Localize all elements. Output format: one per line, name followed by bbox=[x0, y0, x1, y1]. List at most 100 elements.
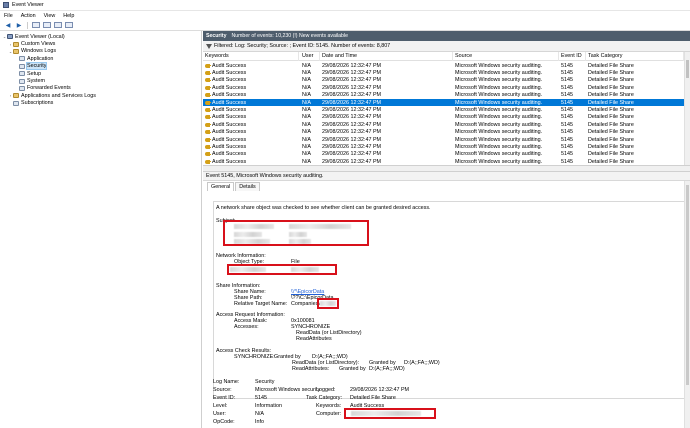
keywords-label: Keywords: bbox=[316, 403, 342, 409]
table-cell: Detailed File Share bbox=[588, 77, 634, 84]
table-cell: Audit Success bbox=[203, 85, 299, 91]
table-cell: Microsoft Windows security auditing. bbox=[455, 158, 543, 165]
table-row[interactable]: Audit Success N/A 29/08/2026 12:32:47 PM Mi… bbox=[203, 143, 684, 150]
toolbar-divider bbox=[27, 21, 28, 29]
log-icon bbox=[19, 85, 25, 91]
table-row[interactable]: Audit Success N/A 29/08/2026 12:32:47 PM Mi… bbox=[203, 129, 684, 136]
tree-node[interactable]: ⌄ Event Viewer (Local) bbox=[0, 33, 201, 40]
keyword-text: Audit Success bbox=[212, 107, 247, 114]
table-row[interactable]: Audit Success N/A 29/08/2026 12:32:47 PM Mi… bbox=[203, 136, 684, 143]
log-icon bbox=[19, 63, 25, 69]
table-cell: 29/08/2026 12:32:47 PM bbox=[322, 107, 382, 114]
tree-node[interactable]: Subscriptions bbox=[0, 100, 201, 107]
table-cell: Detailed File Share bbox=[588, 158, 634, 165]
event-id-label: Event ID: bbox=[213, 395, 236, 401]
tree-node-label: Forwarded Events bbox=[27, 85, 71, 92]
granted-by-3: Granted by bbox=[339, 366, 366, 372]
log-icon bbox=[19, 71, 25, 77]
table-row[interactable]: Audit Success N/A 29/08/2026 12:32:47 PM Mi… bbox=[203, 92, 684, 99]
table-cell: Detailed File Share bbox=[588, 144, 634, 151]
column-header[interactable]: Keywords bbox=[203, 52, 299, 61]
back-arrow-icon[interactable]: ◀ bbox=[4, 22, 12, 29]
audit-key-icon bbox=[205, 137, 211, 142]
column-header[interactable]: Source bbox=[453, 52, 559, 61]
table-cell: Detailed File Share bbox=[588, 107, 634, 114]
table-cell: Detailed File Share bbox=[588, 151, 634, 158]
pane-splitter[interactable] bbox=[203, 165, 690, 172]
table-cell: 29/08/2026 12:32:47 PM bbox=[322, 114, 382, 121]
event-viewer-icon bbox=[7, 34, 13, 40]
table-cell: Audit Success bbox=[203, 92, 299, 98]
tree-node-label: Setup bbox=[27, 70, 42, 77]
table-cell: Microsoft Windows security auditing. bbox=[455, 144, 543, 151]
tree-node[interactable]: › Custom Views bbox=[0, 40, 201, 47]
folder-icon bbox=[13, 48, 19, 54]
computer-label: Computer: bbox=[316, 411, 342, 417]
menu-action[interactable]: Action bbox=[21, 13, 36, 19]
table-cell: 29/08/2026 12:32:47 PM bbox=[322, 151, 382, 158]
scroll-thumb[interactable] bbox=[686, 60, 689, 78]
table-row[interactable]: Audit Success N/A 29/08/2026 12:32:47 PM Mi… bbox=[203, 99, 684, 107]
tab-details[interactable]: Details bbox=[235, 182, 260, 191]
table-row[interactable]: Audit Success N/A 29/08/2026 12:32:47 PM Mi… bbox=[203, 121, 684, 128]
table-cell: Audit Success bbox=[203, 159, 299, 165]
tree-node-label: Application bbox=[27, 55, 54, 62]
folder-icon bbox=[13, 93, 19, 99]
action-pane-icon[interactable] bbox=[65, 22, 73, 29]
console-tree-icon[interactable] bbox=[43, 22, 51, 29]
menu-help[interactable]: Help bbox=[63, 13, 74, 19]
table-row[interactable]: Audit Success N/A 29/08/2026 12:32:47 PM Mi… bbox=[203, 84, 684, 91]
table-row[interactable]: Audit Success N/A 29/08/2026 12:32:47 PM Mi… bbox=[203, 69, 684, 76]
tree-node[interactable]: Security bbox=[0, 62, 201, 71]
audit-key-icon bbox=[205, 93, 211, 98]
table-cell: 5145 bbox=[561, 151, 573, 158]
log-icon bbox=[19, 56, 25, 62]
column-header[interactable]: User bbox=[300, 52, 320, 61]
tree-node[interactable]: › Applications and Services Logs bbox=[0, 92, 201, 99]
table-row[interactable]: Audit Success N/A 29/08/2026 12:32:47 PM Mi… bbox=[203, 106, 684, 113]
redaction-box bbox=[227, 264, 337, 275]
redaction-box bbox=[317, 298, 339, 309]
keyword-text: Audit Success bbox=[212, 158, 247, 165]
table-cell: Audit Success bbox=[203, 100, 299, 106]
tree-node[interactable]: Application bbox=[0, 55, 201, 62]
tree-node[interactable]: System bbox=[0, 77, 201, 84]
menu-view[interactable]: View bbox=[44, 13, 56, 19]
detail-tabs: General Details bbox=[207, 182, 261, 191]
table-row[interactable]: Audit Success N/A 29/08/2026 12:32:47 PM Mi… bbox=[203, 77, 684, 84]
table-row[interactable]: Audit Success N/A 29/08/2026 12:32:47 PM Mi… bbox=[203, 158, 684, 165]
keyword-text: Audit Success bbox=[212, 92, 247, 99]
audit-key-icon bbox=[205, 78, 211, 83]
table-cell: Microsoft Windows security auditing. bbox=[455, 121, 543, 128]
tree-node[interactable]: ⌄ Windows Logs bbox=[0, 48, 201, 55]
table-cell: Detailed File Share bbox=[588, 62, 634, 69]
event-viewer-icon bbox=[3, 2, 9, 8]
table-row[interactable]: Audit Success N/A 29/08/2026 12:32:47 PM Mi… bbox=[203, 62, 684, 69]
table-row[interactable]: Audit Success N/A 29/08/2026 12:32:47 PM Mi… bbox=[203, 151, 684, 158]
menu-file[interactable]: File bbox=[4, 13, 13, 19]
tree-node[interactable]: Forwarded Events bbox=[0, 85, 201, 92]
help-icon[interactable] bbox=[54, 22, 62, 29]
detail-scroll-thumb[interactable] bbox=[686, 185, 689, 385]
table-cell: 29/08/2026 12:32:47 PM bbox=[322, 99, 382, 106]
table-cell: 29/08/2026 12:32:47 PM bbox=[322, 121, 382, 128]
redaction-box bbox=[344, 408, 436, 419]
detail-scrollbar[interactable] bbox=[684, 181, 690, 428]
tab-general[interactable]: General bbox=[207, 182, 235, 191]
table-row[interactable]: Audit Success N/A 29/08/2026 12:32:47 PM Mi… bbox=[203, 114, 684, 121]
column-header[interactable]: Task Category bbox=[586, 52, 684, 61]
table-cell: Microsoft Windows security auditing. bbox=[455, 107, 543, 114]
column-header[interactable]: Event ID bbox=[559, 52, 586, 61]
results-pane: Security Number of events: 10,230 (!) Ne… bbox=[203, 31, 690, 428]
column-header[interactable]: Date and Time bbox=[320, 52, 453, 61]
tree-node[interactable]: Setup bbox=[0, 70, 201, 77]
events-scrollbar[interactable] bbox=[684, 52, 690, 165]
table-cell: N/A bbox=[302, 70, 311, 77]
logged-label: Logged: bbox=[316, 387, 336, 393]
tree-node-label: Windows Logs bbox=[21, 48, 57, 55]
readattr-label: ReadAttributes: bbox=[292, 366, 330, 372]
user-label: User: bbox=[213, 411, 226, 417]
log-name-value: Security bbox=[255, 379, 275, 385]
up-folder-icon[interactable] bbox=[32, 22, 40, 29]
forward-arrow-icon[interactable]: ▶ bbox=[15, 22, 23, 29]
